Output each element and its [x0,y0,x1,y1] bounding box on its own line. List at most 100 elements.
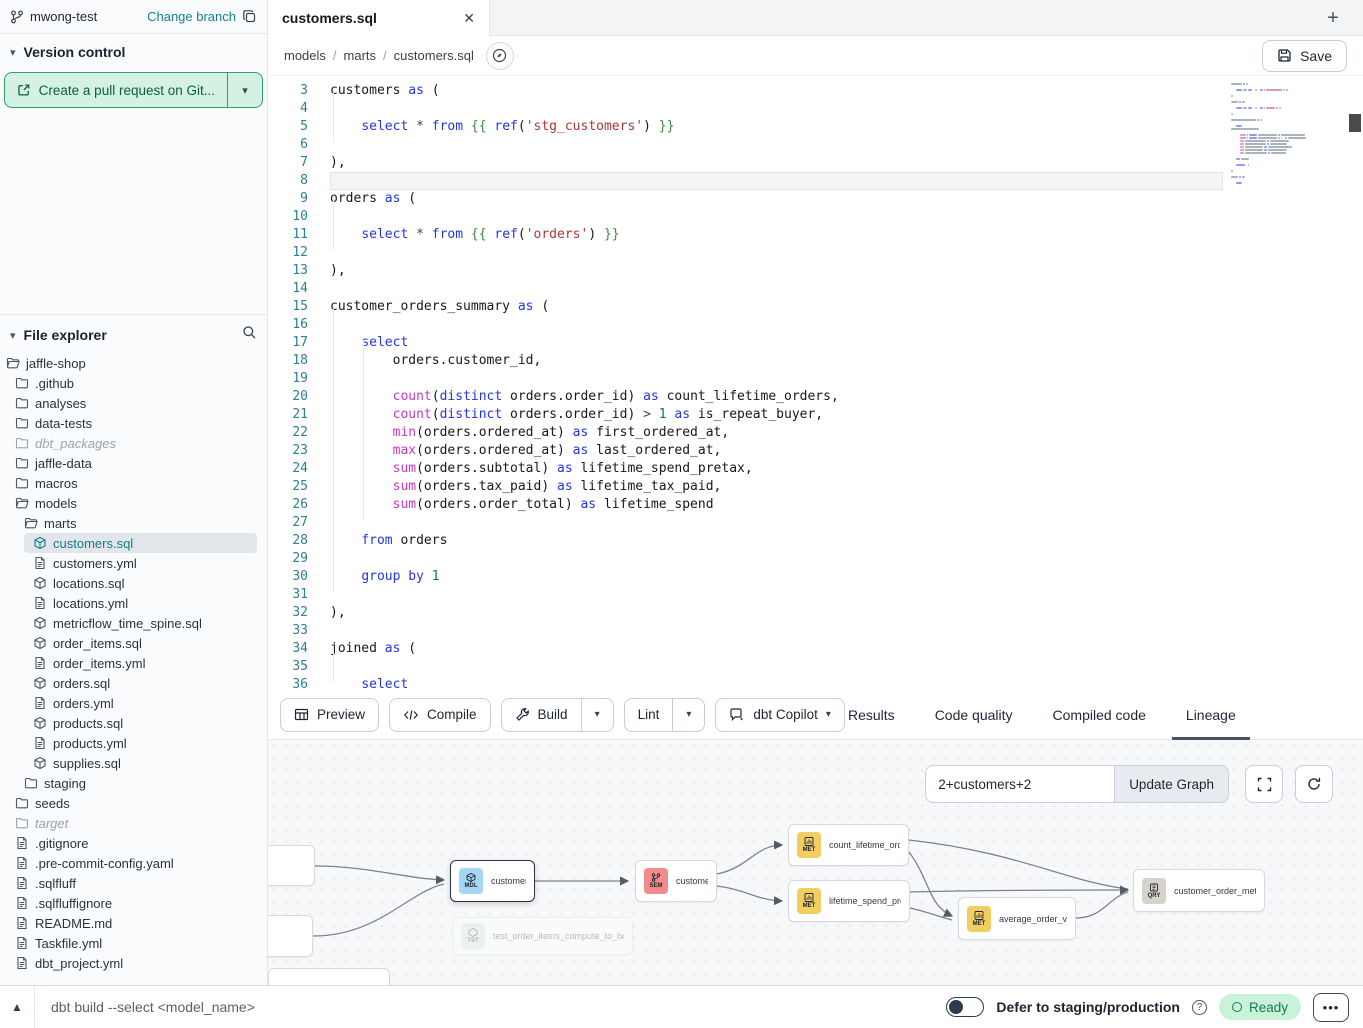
lint-dropdown-caret[interactable]: ▾ [672,699,704,731]
code-line-32[interactable]: 32), [268,604,1363,622]
file-tree-item-dbt-project-yml[interactable]: dbt_project.yml [0,953,267,973]
file-tree-item-supplies-sql[interactable]: supplies.sql [0,753,267,773]
file-tree-item-jaffle-data[interactable]: jaffle-data [0,453,267,473]
file-tree-item-seeds[interactable]: seeds [0,793,267,813]
code-line-29[interactable]: 29 [268,550,1363,568]
copy-icon[interactable] [242,9,257,24]
file-tree-item-locations-sql[interactable]: locations.sql [0,573,267,593]
file-tree-item-order-items-sql[interactable]: order_items.sql [0,633,267,653]
dbt-copilot-button[interactable]: dbt Copilot ▾ [715,698,845,732]
file-tree-item-data-tests[interactable]: data-tests [0,413,267,433]
code-line-6[interactable]: 6 [268,136,1363,154]
build-dropdown-caret[interactable]: ▾ [581,699,613,731]
code-line-12[interactable]: 12 [268,244,1363,262]
code-line-15[interactable]: 15customer_orders_summary as ( [268,298,1363,316]
code-line-30[interactable]: 30 group by 1 [268,568,1363,586]
file-tree-item-order-items-yml[interactable]: order_items.yml [0,653,267,673]
lineage-node-customers-semantic[interactable]: SEMcustomers [635,860,717,902]
preview-button[interactable]: Preview [280,698,379,732]
save-button[interactable]: Save [1262,40,1347,72]
code-line-36[interactable]: 36 select [268,676,1363,690]
refresh-button[interactable] [1295,765,1333,803]
lineage-node-customer_order_metrics[interactable]: QRYcustomer_order_metrics [1133,869,1265,912]
file-tree-item-metricflow-time-spine-sql[interactable]: metricflow_time_spine.sql [0,613,267,633]
file-tree-item-locations-yml[interactable]: locations.yml [0,593,267,613]
file-tree-item-models[interactable]: models [0,493,267,513]
lineage-node-partial-bottom[interactable] [268,968,390,985]
file-tree-item-target[interactable]: target [0,813,267,833]
code-editor[interactable]: 23customers as (45 select * from {{ ref(… [268,76,1363,690]
lineage-node-customers-model[interactable]: MDLcustomers [450,860,535,902]
code-line-23[interactable]: 23 max(orders.ordered_at) as last_ordere… [268,442,1363,460]
code-line-22[interactable]: 22 min(orders.ordered_at) as first_order… [268,424,1363,442]
file-tree-item-orders-yml[interactable]: orders.yml [0,693,267,713]
panel-tab-lineage[interactable]: Lineage [1186,690,1236,740]
file-tree-item-products-yml[interactable]: products.yml [0,733,267,753]
lineage-node-test-order-items[interactable]: TSTtest_order_items_compute_to_bools... [452,917,633,955]
scrollbar-thumb[interactable] [1349,114,1361,132]
code-line-24[interactable]: 24 sum(orders.subtotal) as lifetime_spen… [268,460,1363,478]
code-line-9[interactable]: 9orders as ( [268,190,1363,208]
code-line-25[interactable]: 25 sum(orders.tax_paid) as lifetime_tax_… [268,478,1363,496]
dbt-command-input[interactable]: dbt build --select <model_name> [51,999,255,1015]
lineage-node-average_order_value[interactable]: METaverage_order_value [958,897,1076,940]
file-tree-item-marts[interactable]: marts [0,513,267,533]
lineage-node-orders-src[interactable]: orders [268,915,313,957]
defer-toggle[interactable] [946,997,984,1017]
code-line-7[interactable]: 7), [268,154,1363,172]
lineage-node-lifetime_spend_pretax[interactable]: METlifetime_spend_pretax [788,880,910,922]
code-line-11[interactable]: 11 select * from {{ ref('orders') }} [268,226,1363,244]
panel-tab-code-quality[interactable]: Code quality [935,690,1013,740]
tab-customers-sql[interactable]: customers.sql ✕ [268,0,490,36]
more-options-button[interactable]: ••• [1313,993,1349,1022]
version-control-header[interactable]: ▾ Version control [0,34,267,68]
code-line-5[interactable]: 5 select * from {{ ref('stg_customers') … [268,118,1363,136]
file-explorer-header[interactable]: ▾ File explorer [0,315,267,353]
explore-compass-button[interactable] [486,42,514,70]
code-line-20[interactable]: 20 count(distinct orders.order_id) as co… [268,388,1363,406]
file-tree-item-products-sql[interactable]: products.sql [0,713,267,733]
lineage-panel[interactable]: stg_customersorders MDLcustomers TSTtest_o… [268,740,1363,985]
file-tree-item-macros[interactable]: macros [0,473,267,493]
breadcrumb-marts[interactable]: marts [344,48,377,63]
editor-scrollbar[interactable] [1349,76,1361,690]
lineage-node-count_lifetime_orders[interactable]: METcount_lifetime_orders [788,824,909,866]
file-tree-item--sqlfluff[interactable]: .sqlfluff [0,873,267,893]
file-tree-item--sqlfluffignore[interactable]: .sqlfluffignore [0,893,267,913]
file-tree-item--gitignore[interactable]: .gitignore [0,833,267,853]
file-tree-item-customers-yml[interactable]: customers.yml [0,553,267,573]
breadcrumb-file[interactable]: customers.sql [394,48,474,63]
file-tree-item-analyses[interactable]: analyses [0,393,267,413]
code-line-3[interactable]: 3customers as ( [268,82,1363,100]
expand-panel-caret[interactable]: ▲ [0,1000,34,1014]
code-line-4[interactable]: 4 [268,100,1363,118]
panel-tab-compiled-code[interactable]: Compiled code [1053,690,1146,740]
lineage-node-stg_customers[interactable]: stg_customers [268,845,315,886]
code-line-13[interactable]: 13), [268,262,1363,280]
code-line-19[interactable]: 19 [268,370,1363,388]
code-line-21[interactable]: 21 count(distinct orders.order_id) > 1 a… [268,406,1363,424]
copilot-dropdown-caret[interactable]: ▾ [826,709,831,720]
pr-dropdown-caret[interactable]: ▾ [228,73,262,107]
update-graph-button[interactable]: Update Graph [1115,765,1229,803]
code-line-8[interactable]: 8 [268,172,1363,190]
code-line-18[interactable]: 18 orders.customer_id, [268,352,1363,370]
create-pr-button[interactable]: Create a pull request on Git... ▾ [4,72,263,108]
file-tree-item-jaffle-shop[interactable]: jaffle-shop [0,353,267,373]
fullscreen-button[interactable] [1245,765,1283,803]
lint-button[interactable]: Lint [625,699,673,731]
code-line-34[interactable]: 34joined as ( [268,640,1363,658]
help-icon[interactable]: ? [1192,1000,1207,1015]
close-icon[interactable]: ✕ [463,10,475,27]
file-tree-item-staging[interactable]: staging [0,773,267,793]
code-line-31[interactable]: 31 [268,586,1363,604]
code-line-10[interactable]: 10 [268,208,1363,226]
file-tree-item-readme-md[interactable]: README.md [0,913,267,933]
code-line-28[interactable]: 28 from orders [268,532,1363,550]
compile-button[interactable]: Compile [389,698,491,732]
file-tree-item-dbt-packages[interactable]: dbt_packages [0,433,267,453]
file-tree-item-customers-sql[interactable]: customers.sql [24,533,257,553]
code-line-35[interactable]: 35 [268,658,1363,676]
build-button[interactable]: Build [502,699,581,731]
file-tree-item-orders-sql[interactable]: orders.sql [0,673,267,693]
